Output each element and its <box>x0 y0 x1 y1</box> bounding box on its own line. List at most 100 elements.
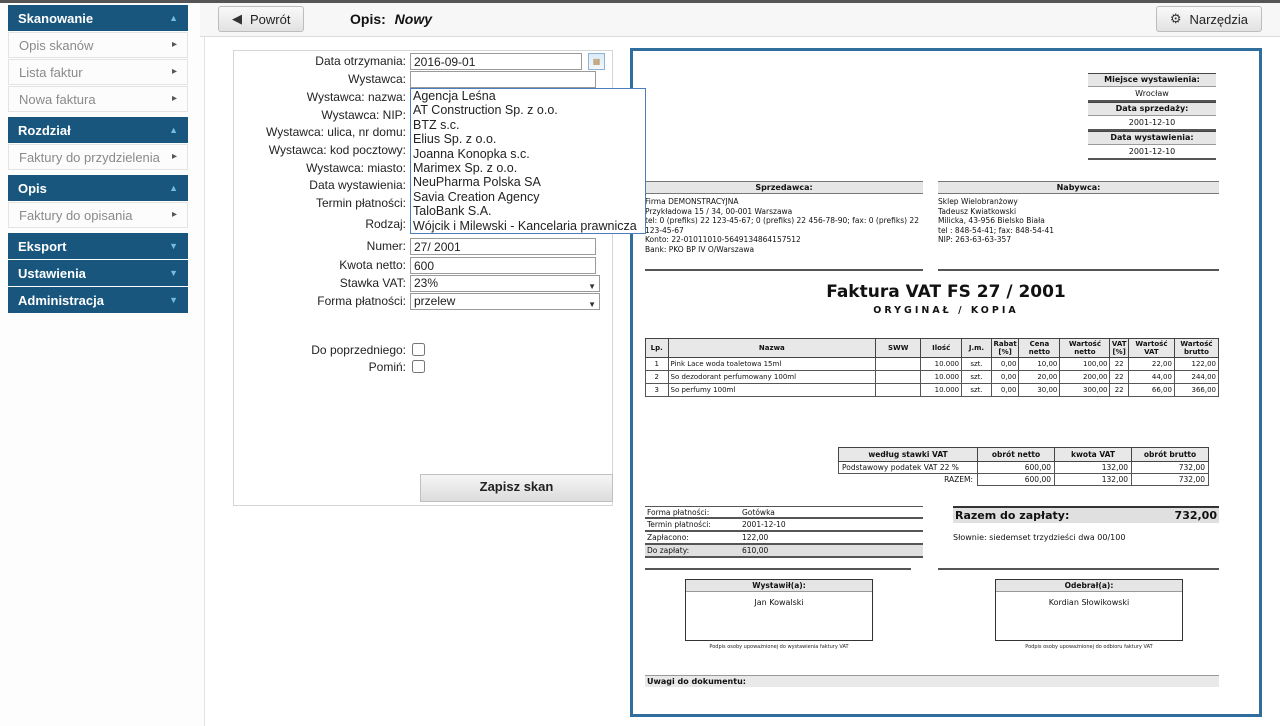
signature-header: Odebrał(a): <box>996 580 1182 592</box>
sidebar-section-eksport[interactable]: Eksport ▼ <box>8 233 188 259</box>
supplier-option[interactable]: Elius Sp. z o.o. <box>411 132 645 146</box>
sidebar-item-label: Nowa faktura <box>19 92 96 107</box>
seller-line: Firma DEMONSTRACYJNA <box>645 197 923 207</box>
save-scan-button[interactable]: Zapisz skan <box>420 474 613 502</box>
signature-caption: Podpis osoby upoważnionej do wystawienia… <box>685 644 873 650</box>
field-label: Numer: <box>234 238 406 255</box>
vat-total-row: RAZEM: 600,00 132,00 732,00 <box>839 474 1209 486</box>
field-label: Wystawca: ulica, nr domu: <box>234 124 406 141</box>
col-header: kwota VAT <box>1055 448 1132 462</box>
sidebar-item-faktury-do-przydzielenia[interactable]: Faktury do przydzielenia ▸ <box>8 144 188 170</box>
separator-line <box>938 568 1219 570</box>
data-otrzymania-input[interactable] <box>410 53 582 70</box>
invoice-preview-panel: Miejsce wystawienia: Wrocław Data sprzed… <box>630 48 1262 717</box>
stawka-vat-select[interactable]: 23% ▼ <box>410 275 600 292</box>
buyer-line: Tadeusz Kwiatkowski <box>938 207 1219 217</box>
vat-summary-table: według stawki VAT obrót netto kwota VAT … <box>838 447 1209 486</box>
buyer-header: Nabywca: <box>938 181 1219 194</box>
chevron-right-icon: ▸ <box>172 152 177 162</box>
page-title-value: Nowy <box>395 11 432 27</box>
sidebar-section-label: Opis <box>18 181 47 196</box>
meta-label: Miejsce wystawienia: <box>1088 73 1216 87</box>
item-row: 2 So dezodorant perfumowany 100ml 10.000… <box>646 371 1219 384</box>
buyer-line: NIP: 263-63-63-357 <box>938 235 1219 245</box>
sidebar-item-faktury-do-opisania[interactable]: Faktury do opisania ▸ <box>8 202 188 228</box>
meta-label: Data sprzedaży: <box>1088 102 1216 116</box>
form-row-numer: Numer: <box>234 238 612 255</box>
field-label: Wystawca: kod pocztowy: <box>234 142 406 159</box>
kwota-netto-input[interactable] <box>410 257 596 274</box>
field-label: Wystawca: nazwa: <box>234 89 406 106</box>
do-poprzedniego-checkbox[interactable] <box>412 343 425 356</box>
tools-button[interactable]: ⚙ Narzędzia <box>1156 6 1262 32</box>
back-arrow-icon: ◀ <box>232 11 242 27</box>
form-row-pomin: Pomiń: <box>234 359 612 376</box>
sidebar-item-opis-skanow[interactable]: Opis skanów ▸ <box>8 32 188 58</box>
sidebar-section-opis[interactable]: Opis ▲ <box>8 175 188 201</box>
sidebar-item-lista-faktur[interactable]: Lista faktur ▸ <box>8 59 188 85</box>
sidebar-section-label: Ustawienia <box>18 266 86 281</box>
invoice-document: Miejsce wystawienia: Wrocław Data sprzed… <box>633 51 1259 714</box>
supplier-option[interactable]: NeuPharma Polska SA <box>411 175 645 189</box>
wystawca-input[interactable] <box>410 71 596 88</box>
calendar-button[interactable]: ▦ <box>588 53 605 70</box>
sidebar-section-ustawienia[interactable]: Ustawienia ▼ <box>8 260 188 286</box>
buyer-block: Nabywca: Sklep Wielobranżowy Tadeusz Kwi… <box>938 181 1219 271</box>
field-label: Termin płatności: <box>234 195 406 212</box>
form-row-forma-platnosci: Forma płatności: przelew ▼ <box>234 293 612 310</box>
chevron-up-icon: ▲ <box>169 14 178 23</box>
seller-line: Przykładowa 15 / 34, 00-001 Warszawa <box>645 207 923 217</box>
invoice-subtitle: ORYGINAŁ / KOPIA <box>633 305 1259 316</box>
meta-value: 2001-12-10 <box>1088 145 1216 160</box>
seller-header: Sprzedawca: <box>645 181 923 194</box>
chevron-right-icon: ▸ <box>172 67 177 77</box>
payment-row: Zapłacono: 122,00 <box>645 532 923 545</box>
pomin-checkbox[interactable] <box>412 360 425 373</box>
form-row-do-poprzedniego: Do poprzedniego: <box>234 342 612 359</box>
signature-box-receiver: Odebrał(a): Kordian Słowikowski <box>995 579 1183 641</box>
numer-input[interactable] <box>410 238 596 255</box>
col-header: według stawki VAT <box>839 448 978 462</box>
field-label: Data wystawienia: <box>234 177 406 194</box>
field-label: Wystawca: miasto: <box>234 160 406 177</box>
item-row: 1 Pink Lace woda toaletowa 15ml 10.000 s… <box>646 358 1219 371</box>
page-title: Opis: Nowy <box>350 11 432 27</box>
supplier-option[interactable]: Agencja Leśna <box>411 89 645 103</box>
supplier-option[interactable]: Marimex Sp. z o.o. <box>411 161 645 175</box>
seller-line: Konto: 22-01011010-5649134864157512 <box>645 235 923 245</box>
sidebar-section-skanowanie[interactable]: Skanowanie ▲ <box>8 5 188 31</box>
sidebar-separator <box>204 37 205 726</box>
col-header: J.m. <box>962 339 992 358</box>
supplier-option[interactable]: TaloBank S.A. <box>411 204 645 218</box>
seller-block: Sprzedawca: Firma DEMONSTRACYJNA Przykła… <box>645 181 923 271</box>
supplier-option[interactable]: Joanna Konopka s.c. <box>411 147 645 161</box>
payment-row-do-zaplaty: Do zapłaty: 610,00 <box>645 545 923 558</box>
supplier-option[interactable]: Savia Creation Agency <box>411 190 645 204</box>
items-header-row: Lp. Nazwa SWW Ilość J.m. Rabat [%] Cena … <box>646 339 1219 358</box>
calendar-icon: ▦ <box>593 57 601 66</box>
sidebar-section-administracja[interactable]: Administracja ▼ <box>8 287 188 313</box>
sidebar-item-label: Faktury do opisania <box>19 208 132 223</box>
field-label: Rodzaj: <box>234 216 406 233</box>
sidebar-section-rozdzial[interactable]: Rozdział ▲ <box>8 117 188 143</box>
forma-platnosci-value: przelew <box>414 294 455 308</box>
invoice-title: Faktura VAT FS 27 / 2001 <box>633 282 1259 302</box>
form-row-data-otrzymania: Data otrzymania: ▦ <box>234 53 612 70</box>
field-label: Data otrzymania: <box>234 53 406 70</box>
invoice-meta-box: Miejsce wystawienia: Wrocław Data sprzed… <box>1088 73 1216 160</box>
supplier-option[interactable]: BTZ s.c. <box>411 118 645 132</box>
payment-row: Forma płatności: Gotówka <box>645 506 923 519</box>
buyer-line: tel : 848-54-41; fax: 848-54-41 <box>938 226 1219 236</box>
buyer-line: Sklep Wielobranżowy <box>938 197 1219 207</box>
checkbox-label: Pomiń: <box>234 359 406 376</box>
sidebar-item-nowa-faktura[interactable]: Nowa faktura ▸ <box>8 86 188 112</box>
stawka-vat-value: 23% <box>414 276 438 290</box>
forma-platnosci-select[interactable]: przelew ▼ <box>410 293 600 310</box>
col-header: SWW <box>876 339 921 358</box>
sidebar: Skanowanie ▲ Opis skanów ▸ Lista faktur … <box>8 5 188 314</box>
back-button[interactable]: ◀ Powrót <box>218 6 304 32</box>
chevron-right-icon: ▸ <box>172 210 177 220</box>
supplier-option[interactable]: AT Construction Sp. z o.o. <box>411 103 645 117</box>
meta-value: Wrocław <box>1088 87 1216 102</box>
supplier-option[interactable]: Wójcik i Milewski - Kancelaria prawnicza <box>411 219 645 233</box>
